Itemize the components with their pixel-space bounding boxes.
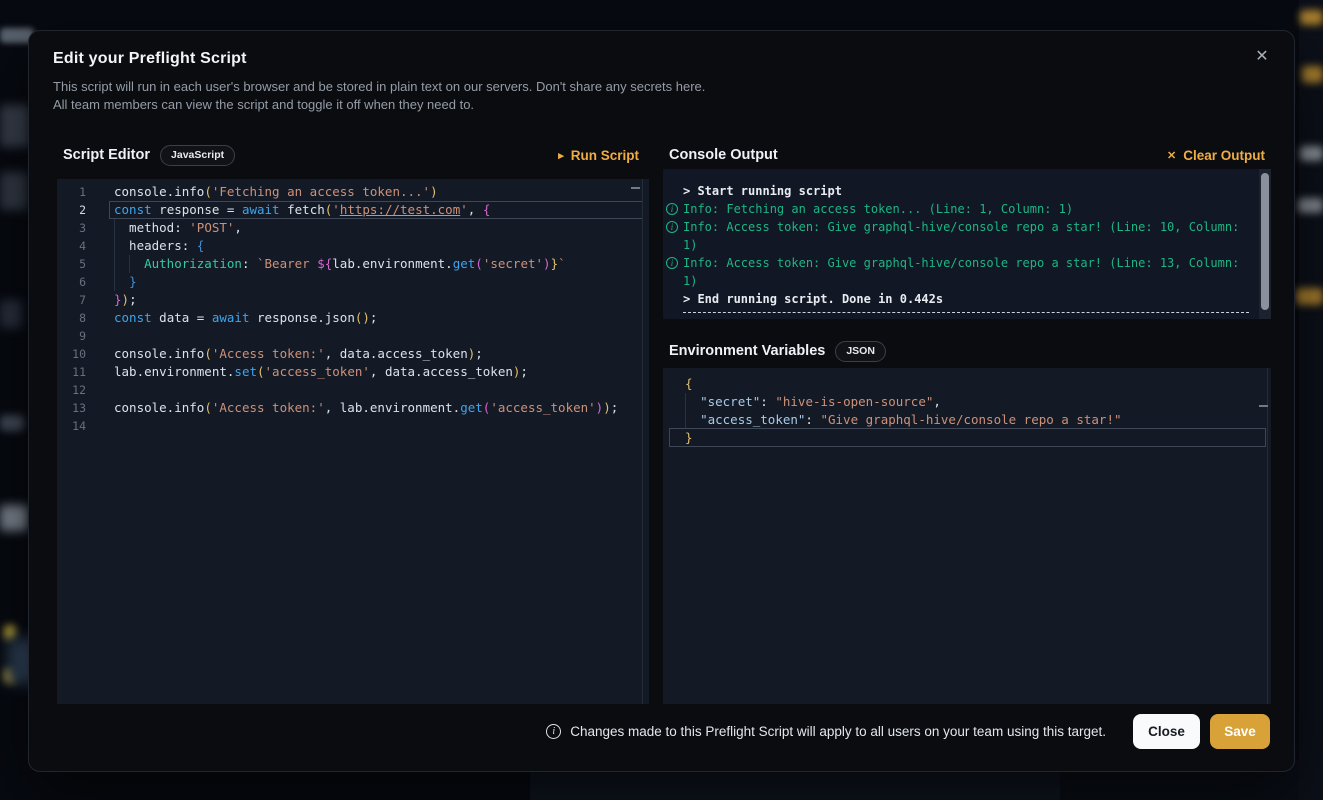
console-line-text: Info: Access token: Give graphql-hive/co… — [683, 218, 1257, 254]
script-editor-header: Script Editor JavaScript ▸ Run Script — [63, 143, 649, 167]
script-editor[interactable]: 1234567891011121314 console.info('Fetchi… — [57, 179, 649, 704]
run-script-label: Run Script — [571, 148, 639, 163]
play-icon: ▸ — [558, 149, 564, 162]
page-title: Edit your Preflight Script — [53, 50, 247, 68]
code-line: lab.environment.set('access_token', data… — [114, 363, 641, 381]
code-line: { — [685, 375, 1263, 393]
code-line: const data = await response.json(); — [114, 309, 641, 327]
line-number: 2 — [57, 201, 86, 219]
console-line: > Start running script — [663, 182, 1257, 200]
line-number: 12 — [57, 381, 86, 399]
environment-variables-header: Environment Variables JSON — [669, 339, 1271, 363]
run-script-button[interactable]: ▸ Run Script — [558, 148, 639, 163]
backdrop-blur-text — [0, 300, 22, 328]
clear-output-label: Clear Output — [1183, 148, 1265, 163]
line-number: 9 — [57, 327, 86, 345]
clear-x-icon: ✕ — [1167, 149, 1176, 162]
code-line: } — [114, 273, 641, 291]
backdrop-blur-text — [1298, 198, 1323, 213]
backdrop-blur-text — [0, 105, 30, 147]
line-number: 5 — [57, 255, 86, 273]
close-icon[interactable]: ✕ — [1248, 43, 1276, 71]
code-line: headers: { — [114, 237, 641, 255]
console-line-text: Info: Access token: Give graphql-hive/co… — [683, 254, 1257, 290]
line-number: 13 — [57, 399, 86, 417]
console-output-header: Console Output ✕ Clear Output — [669, 143, 1271, 167]
code-line: }); — [114, 291, 641, 309]
env-overview-ruler-mark — [1259, 405, 1268, 407]
info-icon: i — [666, 221, 678, 233]
backdrop-blur-text — [1300, 146, 1323, 161]
info-icon: i — [666, 203, 678, 215]
code-line: method: 'POST', — [114, 219, 641, 237]
javascript-badge: JavaScript — [160, 145, 235, 166]
code-line — [114, 327, 641, 345]
info-circle-icon: i — [546, 724, 561, 739]
console-scrollbar-thumb[interactable] — [1261, 173, 1269, 310]
modal-footer: i Changes made to this Preflight Script … — [546, 713, 1270, 749]
line-number: 8 — [57, 309, 86, 327]
line-number: 10 — [57, 345, 86, 363]
backdrop-blur-text — [1300, 10, 1323, 25]
backdrop-blur-text — [0, 415, 24, 431]
json-badge: JSON — [835, 341, 886, 362]
backdrop-blur-text — [1296, 288, 1323, 305]
console-line-text: > End running script. Done in 0.442s — [683, 290, 1257, 308]
script-editor-title: Script Editor — [63, 147, 150, 163]
overview-ruler-mark — [631, 187, 640, 189]
code-line: Authorization: `Bearer ${lab.environment… — [114, 255, 641, 273]
info-icon: i — [666, 257, 678, 269]
backdrop-blur-text — [0, 172, 28, 210]
script-editor-code: console.info('Fetching an access token..… — [114, 183, 641, 435]
script-editor-gutter: 1234567891011121314 — [57, 183, 86, 435]
line-number: 6 — [57, 273, 86, 291]
console-output-title: Console Output — [669, 147, 778, 163]
line-number: 3 — [57, 219, 86, 237]
env-editor[interactable]: { "secret": "hive-is-open-source", "acce… — [663, 368, 1271, 704]
code-line: "secret": "hive-is-open-source", — [685, 393, 1263, 411]
env-editor-code: { "secret": "hive-is-open-source", "acce… — [685, 375, 1263, 447]
code-line: console.info('Access token:', data.acces… — [114, 345, 641, 363]
console-output-panel[interactable]: > Start running script i Info: Fetching an… — [663, 169, 1271, 319]
console-line-text: > Start running script — [683, 182, 1257, 200]
line-number: 11 — [57, 363, 86, 381]
console-line: i Info: Access token: Give graphql-hive/c… — [663, 218, 1257, 254]
backdrop-blur-text — [1302, 66, 1323, 83]
save-button[interactable]: Save — [1210, 714, 1270, 749]
close-button[interactable]: Close — [1133, 714, 1200, 749]
backdrop-band — [1299, 0, 1323, 800]
code-line: } — [685, 429, 1263, 447]
code-line — [114, 381, 641, 399]
preflight-script-modal: ✕ Edit your Preflight Script This script… — [28, 30, 1295, 772]
console-lines: > Start running script i Info: Fetching an… — [663, 169, 1271, 313]
modal-description-line1: This script will run in each user's brow… — [53, 78, 705, 96]
modal-description-line2: All team members can view the script and… — [53, 96, 474, 114]
console-line: i Info: Fetching an access token... (Line… — [663, 200, 1257, 218]
editor-scroll-track — [642, 179, 643, 704]
code-line: "access_token": "Give graphql-hive/conso… — [685, 411, 1263, 429]
console-line: i Info: Access token: Give graphql-hive/c… — [663, 254, 1257, 290]
footer-note: Changes made to this Preflight Script wi… — [570, 724, 1106, 739]
line-number: 4 — [57, 237, 86, 255]
code-line: const response = await fetch('https://te… — [114, 201, 641, 219]
line-number: 1 — [57, 183, 86, 201]
code-line: console.info('Access token:', lab.enviro… — [114, 399, 641, 417]
console-line: > End running script. Done in 0.442s — [663, 290, 1257, 308]
backdrop-blur-text — [0, 505, 28, 531]
console-scrollbar — [1259, 169, 1271, 319]
env-scroll-track — [1267, 368, 1268, 704]
line-number: 14 — [57, 417, 86, 435]
line-number: 7 — [57, 291, 86, 309]
environment-variables-title: Environment Variables — [669, 343, 825, 359]
code-line: console.info('Fetching an access token..… — [114, 183, 641, 201]
code-line — [114, 417, 641, 435]
clear-output-button[interactable]: ✕ Clear Output — [1167, 148, 1265, 163]
console-separator — [683, 312, 1249, 313]
console-line-text: Info: Fetching an access token... (Line:… — [683, 200, 1257, 218]
